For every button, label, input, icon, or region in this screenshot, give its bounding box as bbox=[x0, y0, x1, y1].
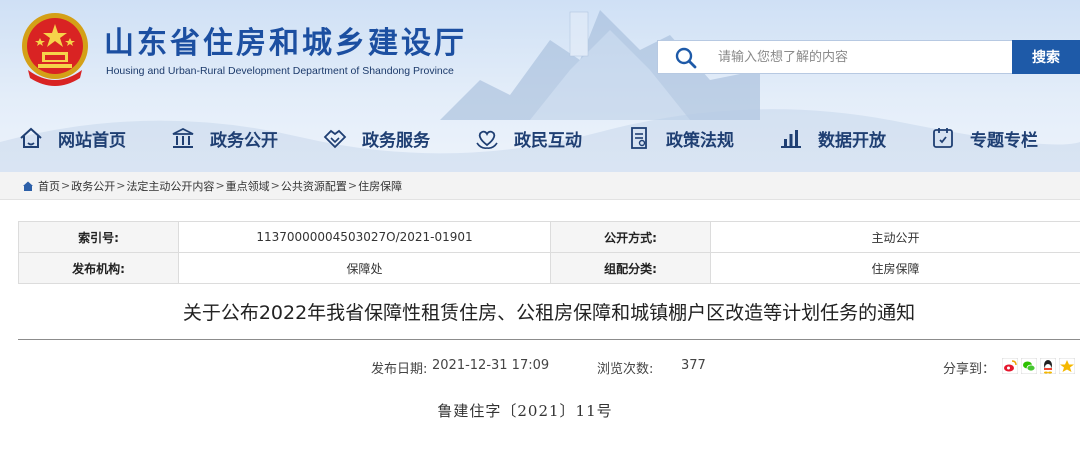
disclosure-method-label: 公开方式: bbox=[550, 221, 711, 253]
share-label: 分享到： bbox=[943, 362, 996, 377]
views-label: 浏览次数: bbox=[597, 362, 654, 377]
nav-label-gov-services: 政务服务 bbox=[362, 130, 430, 151]
issuer-value: 保障处 bbox=[178, 252, 551, 284]
search-input[interactable] bbox=[718, 41, 1008, 73]
main-nav: 网站首页 政务公开 政务服务 政民互动 政策法规 数据开放 专题专栏 bbox=[0, 118, 1080, 158]
table-row: 发布机构: 保障处 组配分类: 住房保障 bbox=[18, 252, 1080, 284]
search-button[interactable]: 搜索 bbox=[1012, 40, 1080, 74]
nav-label-interaction: 政民互动 bbox=[514, 130, 582, 151]
document-icon bbox=[631, 127, 647, 149]
bar-chart-icon bbox=[781, 130, 801, 148]
national-emblem-icon bbox=[22, 13, 88, 86]
home-icon bbox=[20, 127, 42, 148]
breadcrumb-item-key-areas[interactable]: 重点领域 bbox=[226, 178, 270, 194]
index-number-value: 11370000004503027O/2021-01901 bbox=[178, 221, 551, 253]
publish-date-value: 2021-12-31 17:09 bbox=[432, 358, 550, 373]
handshake-icon bbox=[323, 129, 347, 149]
nav-label-gov-affairs: 政务公开 bbox=[210, 130, 278, 151]
nav-item-open-data[interactable]: 数据开放 bbox=[778, 118, 886, 158]
breadcrumb-separator: > bbox=[116, 179, 126, 192]
breadcrumb-item-housing[interactable]: 住房保障 bbox=[358, 178, 402, 194]
breadcrumb-item-gov-affairs[interactable]: 政务公开 bbox=[71, 178, 115, 194]
nav-label-policies: 政策法规 bbox=[666, 130, 734, 151]
nav-label-home: 网站首页 bbox=[58, 130, 126, 151]
nav-label-open-data: 数据开放 bbox=[818, 130, 886, 151]
breadcrumb-separator: > bbox=[61, 179, 71, 192]
nav-item-policies[interactable]: 政策法规 bbox=[626, 118, 734, 158]
nav-item-gov-affairs[interactable]: 政务公开 bbox=[170, 118, 278, 158]
index-number-label: 索引号: bbox=[18, 221, 179, 253]
nav-label-topics: 专题专栏 bbox=[970, 130, 1038, 151]
disclosure-method-value: 主动公开 bbox=[710, 221, 1080, 253]
search-icon bbox=[675, 47, 697, 69]
breadcrumb-item-statutory[interactable]: 法定主动公开内容 bbox=[126, 178, 214, 194]
title-divider bbox=[18, 339, 1080, 340]
qq-icon[interactable] bbox=[1040, 358, 1056, 374]
nav-item-gov-services[interactable]: 政务服务 bbox=[322, 118, 430, 158]
heart-hands-icon bbox=[476, 130, 498, 149]
category-value: 住房保障 bbox=[710, 252, 1080, 284]
category-label: 组配分类: bbox=[550, 252, 711, 284]
wechat-icon[interactable] bbox=[1021, 358, 1037, 374]
breadcrumb-home-icon bbox=[23, 181, 33, 191]
views-count: 377 bbox=[681, 358, 706, 373]
government-building-icon bbox=[172, 127, 194, 148]
breadcrumb-separator: > bbox=[215, 179, 225, 192]
breadcrumb-separator: > bbox=[270, 179, 280, 192]
topic-icon bbox=[933, 128, 953, 148]
site-title[interactable]: 山东省住房和城乡建设厅 bbox=[104, 18, 467, 62]
nav-item-home[interactable]: 网站首页 bbox=[18, 118, 126, 158]
breadcrumb-separator: > bbox=[347, 179, 358, 192]
nav-item-interaction[interactable]: 政民互动 bbox=[474, 118, 582, 158]
site-subtitle: Housing and Urban-Rural Development Depa… bbox=[106, 65, 454, 77]
issuer-label: 发布机构: bbox=[18, 252, 179, 284]
breadcrumb-item-home[interactable]: 首页 bbox=[38, 178, 60, 194]
document-number: 鲁建住字〔2021〕11号 bbox=[437, 402, 613, 420]
breadcrumb: 首页 > 政务公开 > 法定主动公开内容 > 重点领域 > 公共资源配置 > 住… bbox=[0, 172, 1080, 200]
article-title: 关于公布2022年我省保障性租赁住房、公租房保障和城镇棚户区改造等计划任务的通知 bbox=[182, 302, 916, 324]
weibo-icon[interactable] bbox=[1002, 358, 1018, 374]
publish-date-label: 发布日期: bbox=[371, 362, 428, 377]
qzone-icon[interactable] bbox=[1059, 358, 1075, 374]
search-box bbox=[657, 40, 1012, 74]
site-header: 山东省住房和城乡建设厅 Housing and Urban-Rural Deve… bbox=[0, 0, 1080, 172]
nav-item-topics[interactable]: 专题专栏 bbox=[930, 118, 1038, 158]
breadcrumb-item-public-resources[interactable]: 公共资源配置 bbox=[281, 178, 347, 194]
document-info-table: 索引号: 11370000004503027O/2021-01901 公开方式:… bbox=[18, 221, 1080, 284]
table-row: 索引号: 11370000004503027O/2021-01901 公开方式:… bbox=[18, 221, 1080, 253]
